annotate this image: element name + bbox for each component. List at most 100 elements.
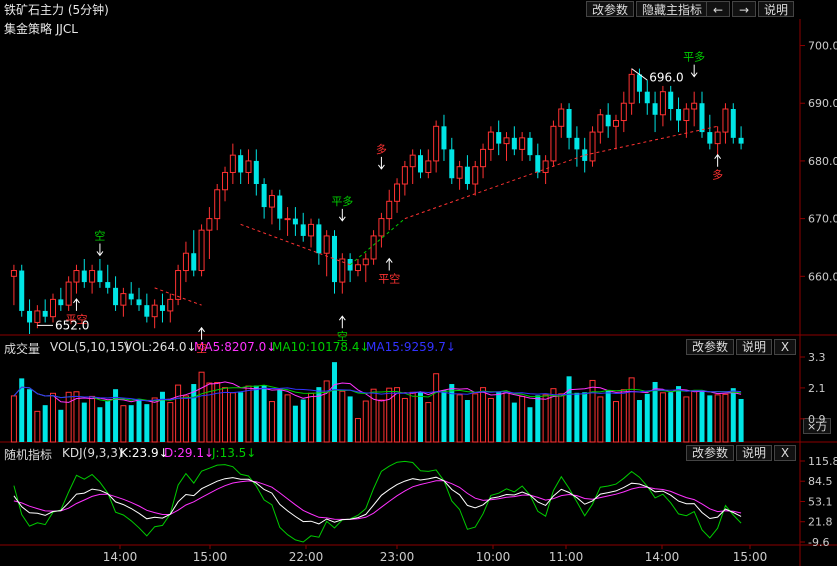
volume-bar: [487, 397, 494, 443]
volume-bar: [644, 393, 650, 442]
time-tick-label: 15:00: [193, 550, 228, 564]
candle-body: [370, 235, 377, 260]
candle-body: [612, 120, 619, 127]
volume-bar: [308, 392, 315, 443]
candle-body: [378, 218, 385, 237]
volume-bar: [65, 391, 72, 443]
volume-bar: [277, 389, 283, 442]
kdj-tick-label: 53.1: [808, 496, 833, 509]
candle-body: [589, 131, 596, 162]
volume-bar: [105, 401, 111, 442]
volume-bar: [120, 405, 127, 443]
candle-body: [136, 299, 142, 306]
signal-arrow: [338, 315, 346, 329]
volume-bar: [292, 405, 298, 442]
time-tick-label: 11:00: [549, 550, 584, 564]
volume-bar: [691, 390, 698, 443]
volume-bar: [714, 394, 721, 443]
volume-tick-label: 3.3: [808, 351, 826, 364]
candle-body: [50, 298, 57, 318]
candle-body: [113, 287, 119, 306]
trend-line: [584, 125, 718, 156]
candle-body: [527, 137, 533, 156]
candle-body: [97, 270, 103, 283]
candle-body: [331, 235, 337, 283]
candle-body: [644, 91, 650, 104]
volume-bar: [50, 392, 57, 443]
candle-body: [659, 91, 666, 116]
candle-body: [292, 218, 298, 225]
volume-bar: [558, 393, 565, 443]
volume-bar: [659, 392, 666, 443]
candle-body: [652, 103, 658, 115]
signal-arrow: [198, 326, 205, 340]
candle-body: [714, 131, 721, 145]
candle-body: [316, 224, 322, 254]
candle-body: [472, 166, 479, 185]
candle-body: [10, 270, 17, 277]
time-tick-label: 14:00: [645, 550, 680, 564]
volume-bar: [42, 405, 48, 442]
candle-body: [535, 155, 541, 173]
volume-bar: [441, 390, 447, 442]
price-tick-label: 690.0: [808, 97, 837, 110]
volume-bar: [628, 377, 635, 443]
volume-bar: [456, 394, 463, 443]
candle-body: [691, 102, 698, 110]
signal-label: 多: [712, 168, 723, 182]
volume-bar: [519, 395, 526, 443]
candle-body: [480, 148, 487, 168]
candle-body: [27, 310, 33, 323]
candle-body: [206, 218, 213, 231]
time-tick-label: 23:00: [380, 550, 415, 564]
volume-bar: [347, 396, 353, 442]
candle-body: [386, 200, 393, 220]
volume-bar: [730, 388, 736, 442]
price-tick-label: 660.0: [808, 270, 837, 283]
volume-bar: [268, 401, 275, 443]
volume-bar: [58, 409, 64, 442]
volume-bar: [222, 387, 229, 443]
volume-tick-label: 0.9: [808, 413, 826, 426]
time-tick-label: 14:00: [103, 550, 138, 564]
candle-body: [268, 195, 275, 208]
candle-body: [238, 155, 244, 173]
candle-body: [730, 109, 736, 138]
signal-arrow: [378, 156, 385, 170]
volume-bar: [144, 404, 150, 442]
volume-bar: [480, 387, 487, 443]
volume-bar: [151, 397, 158, 443]
candle-body: [574, 137, 580, 150]
volume-bar: [605, 390, 611, 442]
signal-label: 多: [376, 142, 387, 156]
volume-bar: [128, 405, 134, 442]
volume-bar: [449, 384, 455, 442]
volume-bar: [362, 400, 369, 443]
candle-body: [418, 155, 424, 173]
volume-bar: [261, 385, 267, 442]
candle-body: [636, 74, 642, 92]
time-tick-label: 22:00: [289, 550, 324, 564]
candle-body: [245, 160, 252, 173]
candle-body: [354, 264, 361, 272]
kdj-tick-label: 115.8: [808, 455, 837, 468]
volume-bar: [97, 407, 103, 442]
candle-body: [597, 114, 604, 133]
volume-bar: [418, 391, 424, 442]
candle-body: [707, 132, 713, 144]
candle-body: [738, 137, 744, 144]
signal-label: 平多: [331, 194, 353, 208]
volume-bar: [582, 392, 588, 442]
volume-bar: [300, 399, 306, 442]
volume-bar: [34, 410, 41, 443]
signal-arrow: [385, 257, 393, 271]
candle-body: [191, 253, 197, 271]
candle-body: [542, 160, 549, 173]
volume-bar: [238, 392, 244, 442]
candle-body: [464, 166, 470, 184]
candle-body: [105, 282, 111, 288]
candle-body: [151, 304, 158, 318]
signal-label: 空: [196, 341, 207, 355]
volume-bar: [535, 395, 541, 442]
signal-arrow: [73, 298, 80, 311]
